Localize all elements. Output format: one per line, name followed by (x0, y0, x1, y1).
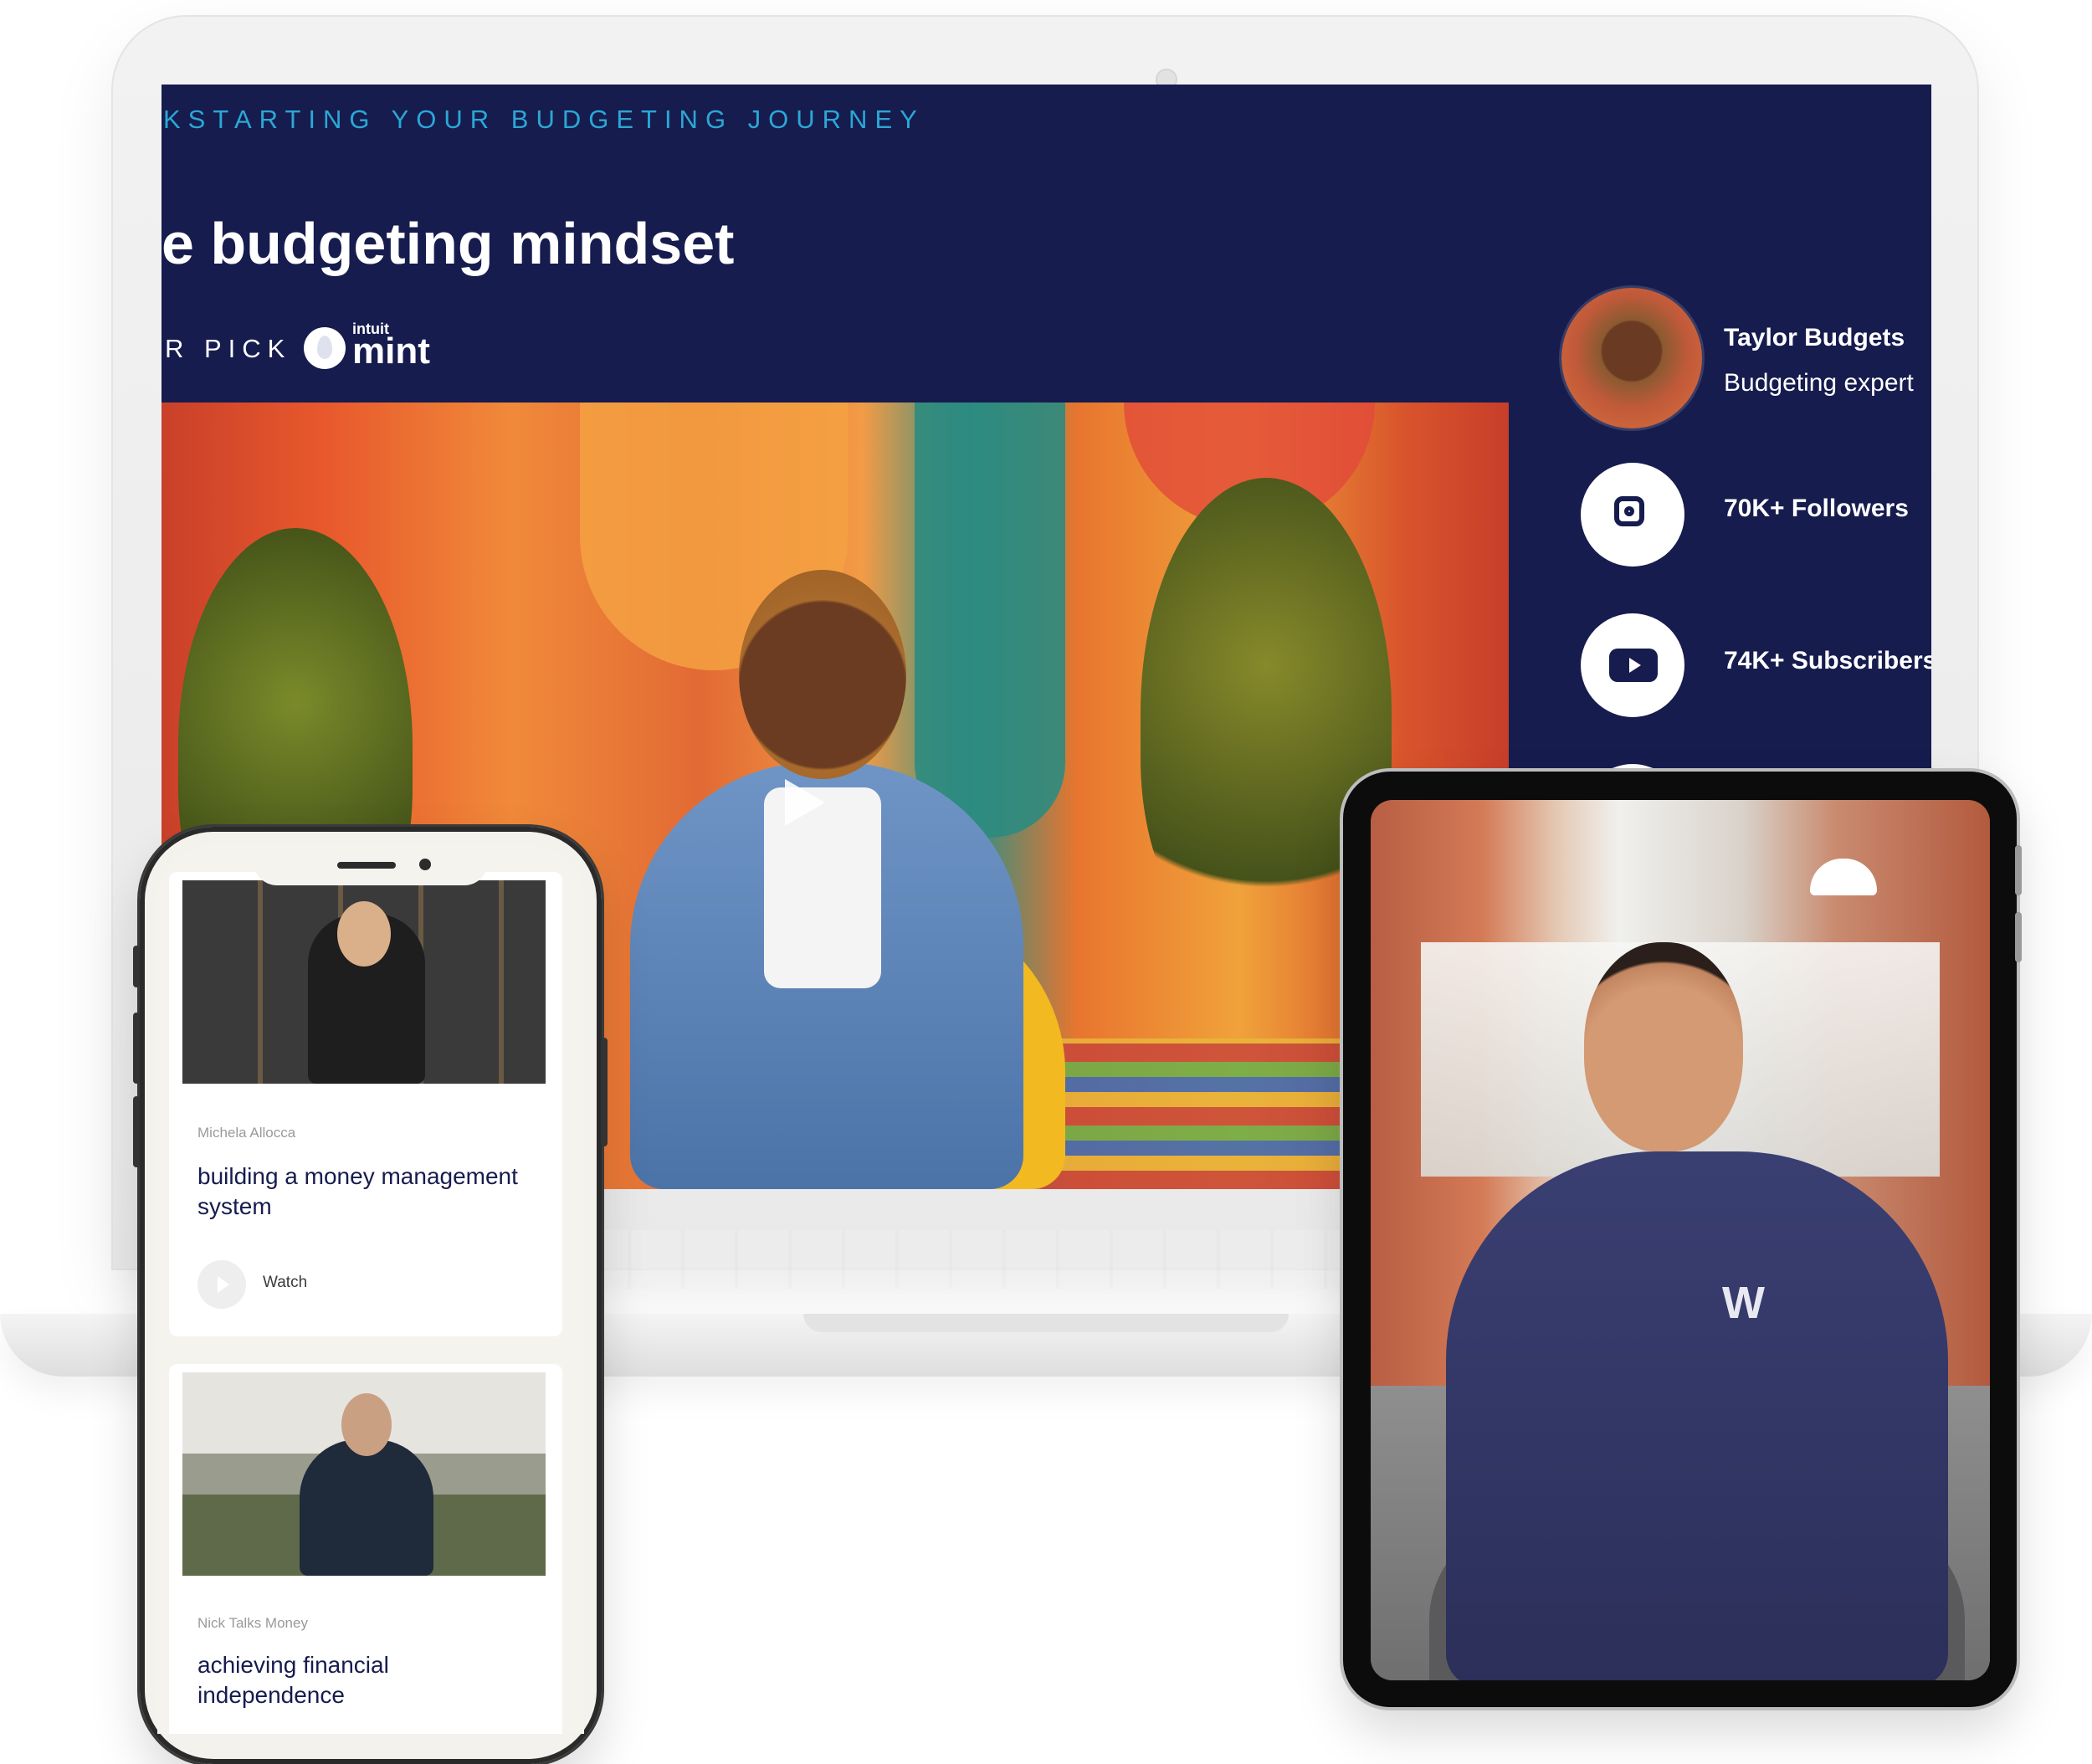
mint-logo[interactable]: intuit mint (304, 320, 446, 374)
mint-drop-icon (304, 327, 346, 369)
card-title[interactable]: building a money management system (197, 1161, 532, 1222)
card-author: Nick Talks Money (197, 1615, 308, 1631)
video-presenter-head (1584, 942, 1743, 1151)
video-thumbnail[interactable] (182, 880, 546, 1084)
laptop-base-lip (803, 1314, 1289, 1332)
course-kicker: KSTARTING YOUR BUDGETING JOURNEY (163, 105, 925, 134)
phone-camera (419, 859, 431, 870)
phone-screen: Michela Allocca building a money managem… (157, 845, 584, 1734)
tablet-video[interactable]: W (1371, 800, 1990, 1680)
phone-side-button (133, 1096, 140, 1167)
instagram-followers: 70K+ Followers (1724, 495, 1909, 522)
profile-name: Taylor Budgets (1724, 324, 1905, 351)
watch-label[interactable]: Watch (263, 1274, 307, 1292)
video-presenter-head (739, 570, 906, 779)
avatar[interactable] (1561, 288, 1702, 428)
youtube-icon (1609, 649, 1658, 682)
mint-logo-word: mint (352, 331, 430, 372)
pick-label: R PICK (165, 334, 292, 363)
instagram-icon (1614, 496, 1644, 526)
youtube-subscribers: 74K+ Subscribers (1724, 647, 1931, 674)
phone-side-button (133, 1013, 140, 1084)
tablet-side-button (2015, 912, 2022, 962)
tablet-side-button (2015, 845, 2022, 895)
video-card[interactable]: Michela Allocca building a money managem… (169, 872, 562, 1336)
video-card[interactable]: Nick Talks Money achieving financial ind… (169, 1364, 562, 1734)
video-wall-shape (915, 403, 1065, 838)
youtube-button[interactable] (1581, 613, 1684, 717)
play-icon[interactable] (785, 779, 825, 826)
watch-button[interactable] (197, 1260, 246, 1309)
shirt-logo: W (1722, 1278, 1765, 1328)
card-author: Michela Allocca (197, 1125, 296, 1141)
course-headline: e budgeting mindset (162, 211, 735, 276)
phone-speaker (337, 862, 396, 869)
video-lamp (1810, 859, 1877, 895)
instagram-button[interactable] (1581, 463, 1684, 567)
phone-side-button (133, 946, 140, 987)
video-thumbnail[interactable] (182, 1372, 546, 1576)
card-title[interactable]: achieving financial independence (197, 1650, 532, 1710)
profile-role: Budgeting expert (1724, 369, 1914, 397)
phone-side-button (601, 1038, 608, 1146)
video-presenter-body (1446, 1151, 1948, 1680)
